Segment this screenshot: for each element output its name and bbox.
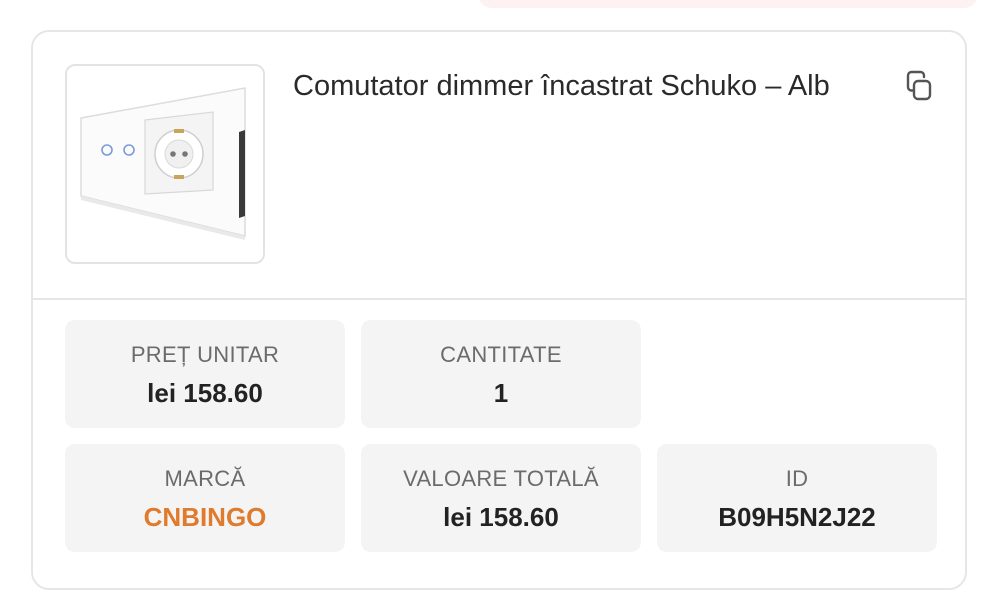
brand-label: MARCĂ — [164, 466, 246, 491]
product-title: Comutator dimmer încastrat Schuko – Alb — [293, 70, 830, 102]
unit-price-tile: PREȚ UNITAR lei 158.60 — [65, 320, 345, 428]
id-label: ID — [785, 466, 809, 491]
unit-price-label: PREȚ UNITAR — [130, 342, 280, 367]
quantity-value: 1 — [493, 378, 509, 408]
product-thumbnail[interactable] — [65, 64, 265, 264]
id-value: B09H5N2J22 — [718, 502, 876, 532]
brand-tile: MARCĂ CNBINGO — [65, 444, 345, 552]
quantity-label: CANTITATE — [440, 342, 562, 367]
unit-price-value: lei 158.60 — [147, 378, 263, 408]
quantity-tile: CANTITATE 1 — [361, 320, 641, 428]
total-value-label: VALOARE TOTALĂ — [403, 466, 599, 491]
id-tile: ID B09H5N2J22 — [657, 444, 937, 552]
copy-button[interactable] — [899, 66, 939, 106]
total-value-value: lei 158.60 — [443, 502, 559, 532]
brand-value[interactable]: CNBINGO — [65, 502, 345, 533]
total-value-tile: VALOARE TOTALĂ lei 158.60 — [361, 444, 641, 552]
wall-switch-socket-image — [80, 87, 246, 240]
section-divider — [33, 298, 965, 300]
copy-icon — [906, 70, 932, 101]
order-item-card: Comutator dimmer încastrat Schuko – Alb … — [31, 30, 967, 590]
top-tab-strip — [478, 0, 978, 8]
